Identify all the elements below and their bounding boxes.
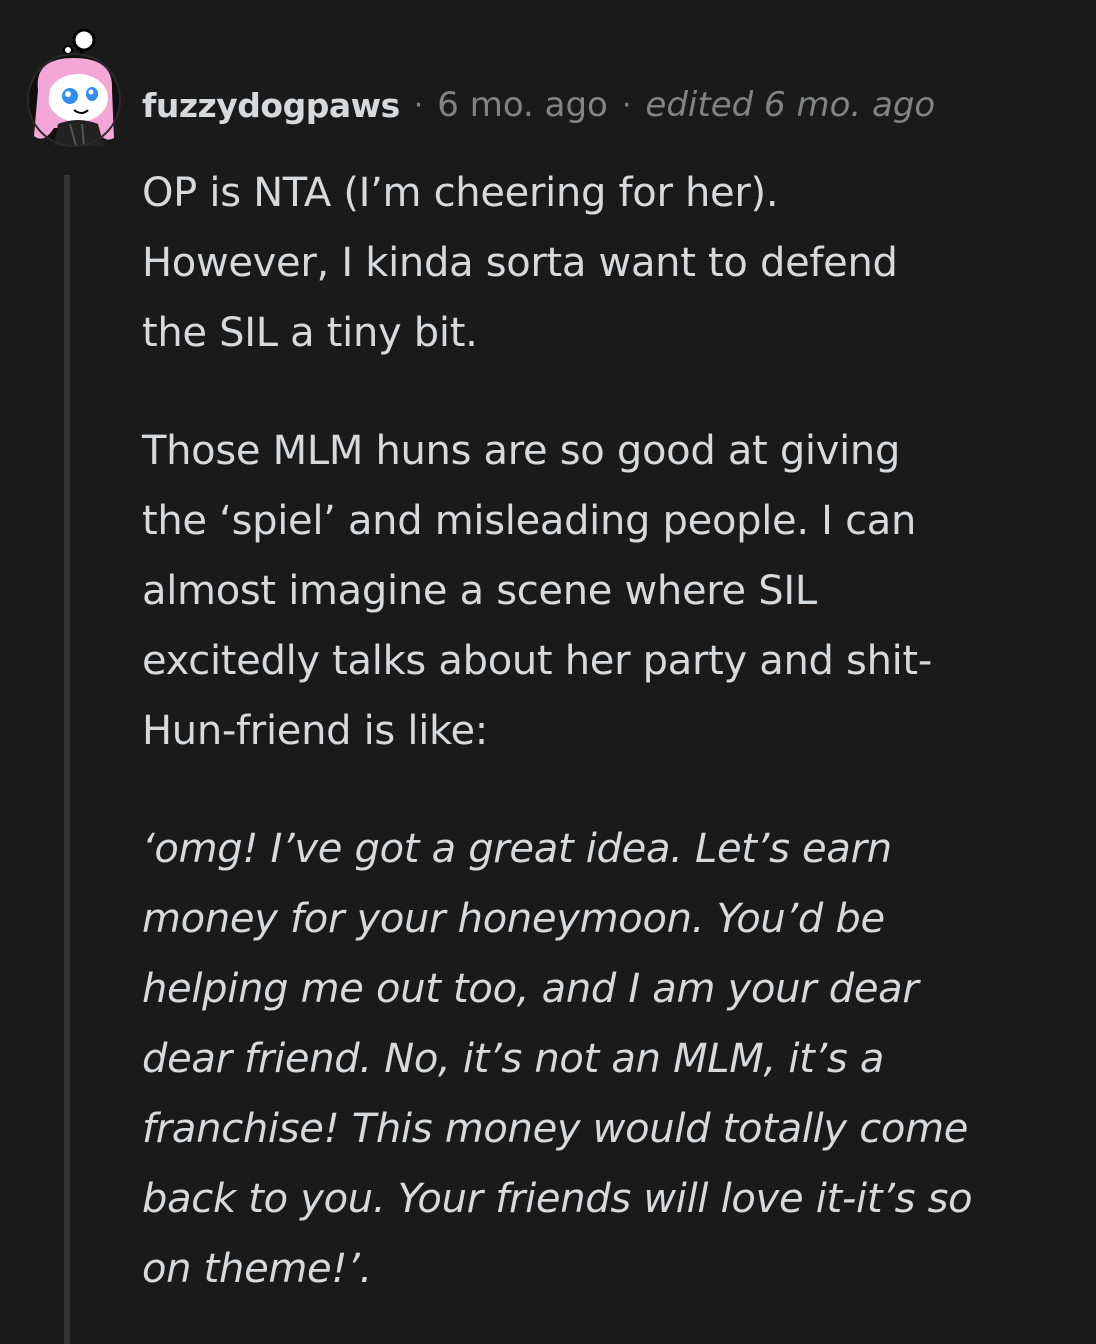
comment-paragraph: OP is NTA (I’m cheering for her). Howeve… [142,170,898,356]
posted-time[interactable]: 6 mo. ago [437,85,608,125]
comment-meta: fuzzydogpaws · 6 mo. ago · edited 6 mo. … [142,80,935,130]
user-avatar[interactable] [24,28,124,150]
snoo-avatar-icon [27,28,121,147]
comment-quote: ‘omg! I’ve got a great idea. Let’s earn … [142,826,973,1292]
comment-body: OP is NTA (I’m cheering for her). Howeve… [142,158,1062,1304]
thread-collapse-line[interactable] [64,175,70,1344]
comment-paragraph: Those MLM huns are so good at giving the… [142,428,932,754]
meta-separator: · [413,87,424,123]
comment: fuzzydogpaws · 6 mo. ago · edited 6 mo. … [0,0,1096,1344]
edited-time: edited 6 mo. ago [645,85,936,125]
author-username[interactable]: fuzzydogpaws [142,86,400,125]
meta-separator: · [621,87,632,123]
